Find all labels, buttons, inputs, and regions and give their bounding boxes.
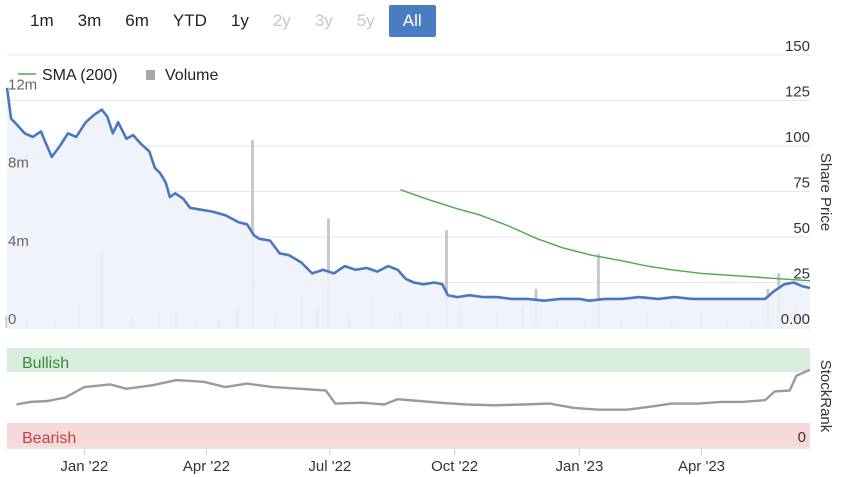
stockrank-axis-label: StockRank	[817, 360, 834, 433]
share-price-tick-label: 50	[793, 220, 810, 237]
bearish-label: Bearish	[22, 430, 76, 447]
x-tick-label: Jan '22	[60, 458, 108, 475]
stockrank-panel: Bullish Bearish 0 StockRank Jan '22 Apr '…	[7, 348, 834, 475]
share-price-tick-label: 125	[785, 84, 810, 101]
x-axis-ticks: Jan '22 Apr '22 Jul '22 Oct '22 Jan '23 Apr '…	[60, 448, 725, 475]
volume-tick-label: 8m	[8, 155, 29, 172]
share-price-tick-label: 150	[785, 38, 810, 55]
legend-volume-label: Volume	[165, 67, 218, 84]
share-price-tick-label: 0.00	[781, 311, 810, 328]
chart-svg: 150 125 100 75 50 25 0.00 12m 8m 4m 0 Share Price…	[5, 38, 834, 475]
volume-tick-label: 12m	[8, 76, 37, 93]
volume-tick-label: 0	[8, 311, 16, 328]
x-tick-label: Jan '23	[555, 458, 603, 475]
x-tick-label: Oct '22	[431, 458, 478, 475]
legend-volume-swatch	[146, 70, 155, 80]
x-tick-label: Apr '22	[183, 458, 230, 475]
price-panel: 150 125 100 75 50 25 0.00 12m 8m 4m 0 Share Price…	[5, 38, 834, 329]
stockrank-tick-0: 0	[798, 429, 806, 446]
volume-tick-label: 4m	[8, 233, 29, 250]
share-price-tick-label: 25	[793, 266, 810, 283]
share-price-axis-label: Share Price	[817, 153, 834, 231]
stockrank-series-line	[16, 368, 811, 411]
bullish-band	[7, 348, 810, 372]
share-price-tick-label: 100	[785, 129, 810, 146]
share-price-tick-label: 75	[793, 175, 810, 192]
x-tick-label: Apr '23	[678, 458, 725, 475]
bearish-band	[7, 423, 810, 447]
bullish-label: Bullish	[22, 355, 69, 372]
x-tick-label: Jul '22	[308, 458, 351, 475]
legend-sma-label: SMA (200)	[42, 67, 118, 84]
